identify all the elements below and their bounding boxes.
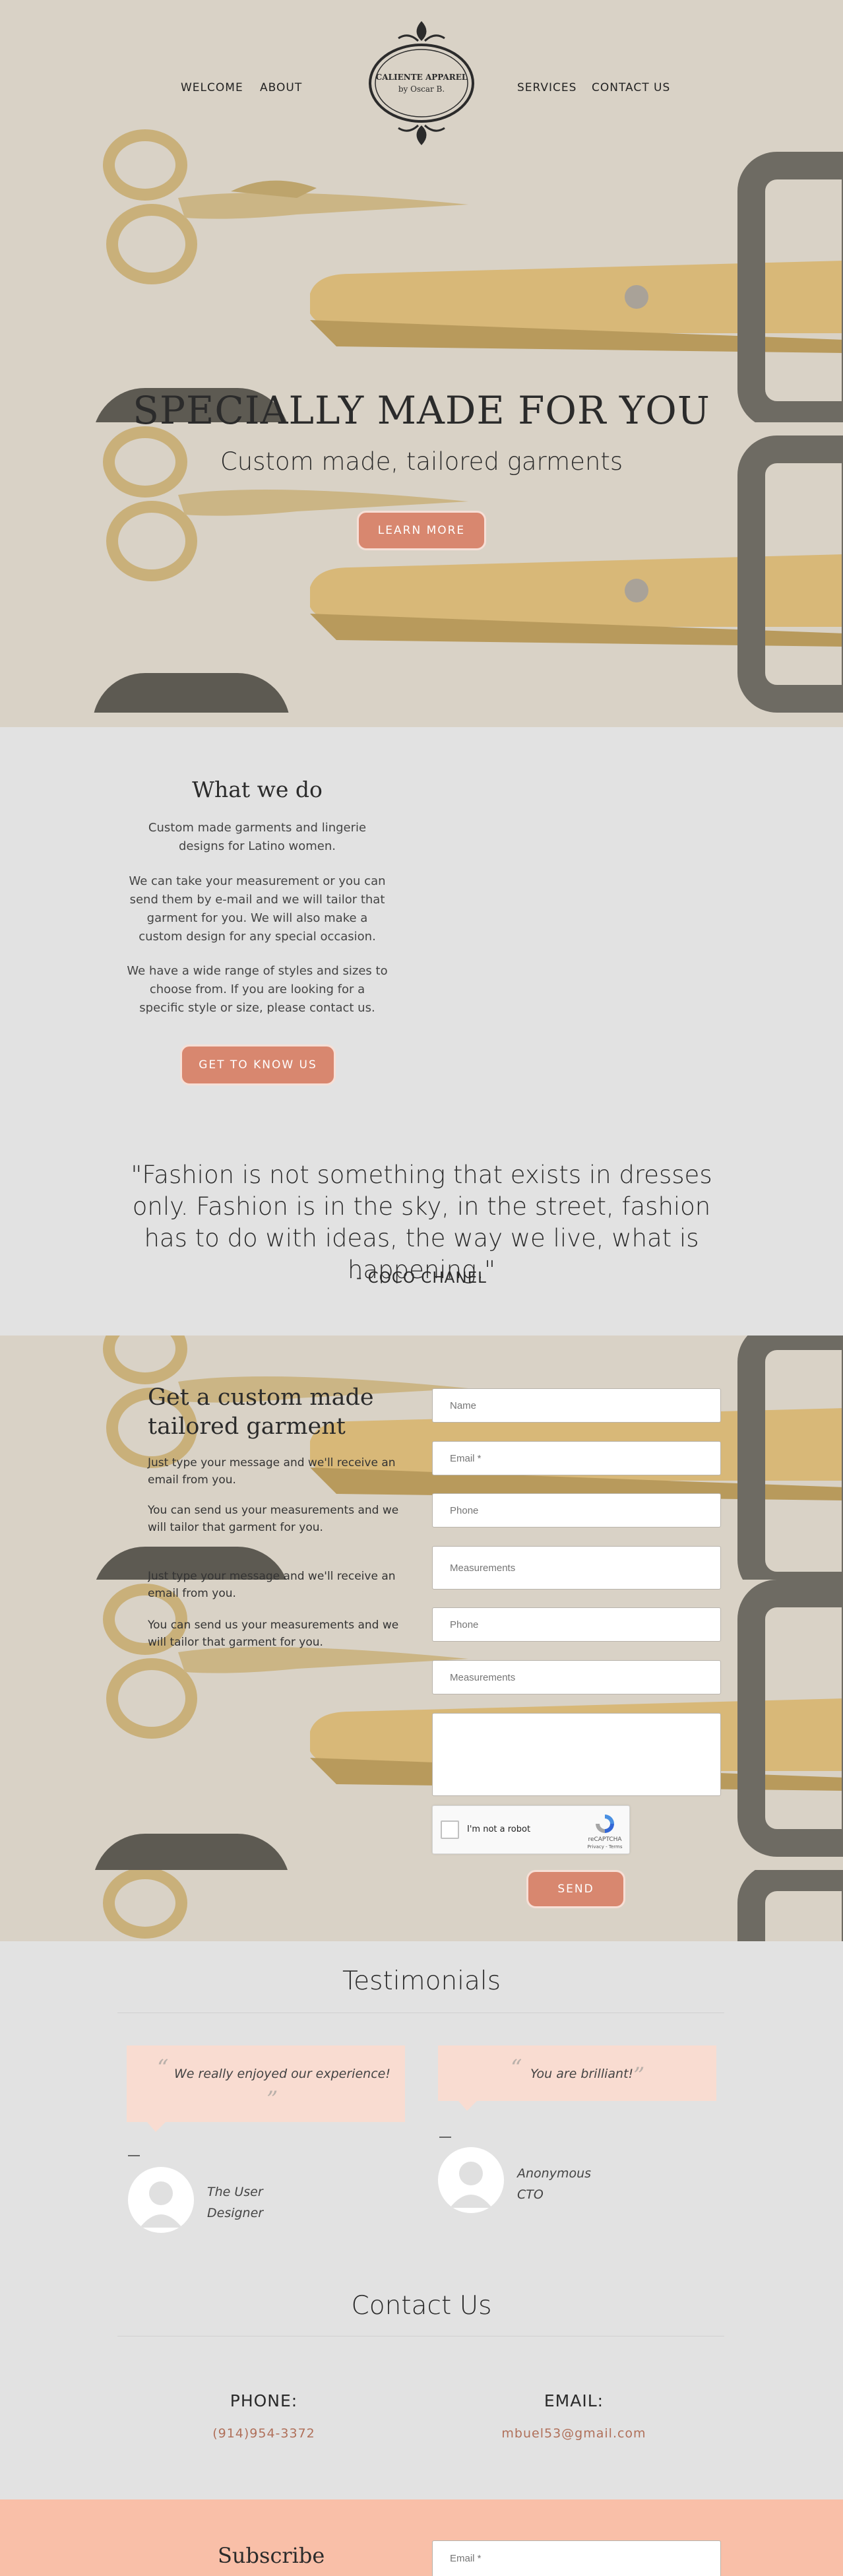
testimonial-name: The User — [207, 2185, 263, 2199]
testimonial-bubble: “ You are brilliant! ” — [438, 2045, 716, 2101]
recaptcha-widget[interactable]: I'm not a robot reCAPTCHA Privacy - Term… — [432, 1805, 630, 1854]
what-we-do-paragraph: We can take your measurement or you can … — [129, 874, 386, 944]
testimonial-quote: You are brilliant! — [530, 2067, 634, 2081]
bubble-tail-icon — [146, 2121, 166, 2132]
form-paragraph: You can send us your measurements and we… — [148, 1504, 399, 1534]
testimonial-role: Designer — [207, 2206, 264, 2220]
quote-author: - COCO CHANEL — [356, 1270, 487, 1287]
close-quote-icon: ” — [266, 2086, 278, 2113]
nav-about[interactable]: ABOUT — [260, 81, 302, 94]
get-to-know-us-button[interactable]: GET TO KNOW US — [180, 1045, 336, 1085]
user-placeholder-icon — [140, 2181, 182, 2228]
avatar — [128, 2167, 194, 2233]
stork-scissors-icon — [103, 1870, 187, 1939]
subscribe-section: Subscribe — [0, 2499, 843, 2576]
testimonial-role: CTO — [517, 2187, 544, 2202]
dash-icon — [439, 2137, 451, 2138]
subscribe-email-field[interactable] — [432, 2540, 721, 2576]
form-paragraph: Just type your message and we'll receive… — [148, 1456, 396, 1487]
logo-text: CALIENTE APPAREL — [375, 73, 468, 82]
caliente-apparel-logo[interactable]: CALIENTE APPAREL by Oscar B. — [365, 18, 478, 148]
recaptcha-icon — [596, 1815, 614, 1833]
measurements-field[interactable] — [432, 1546, 721, 1590]
what-we-do-paragraph: Custom made garments and lingerie design… — [148, 821, 367, 853]
nav-welcome[interactable]: WELCOME — [181, 81, 243, 94]
what-we-do-paragraph: We have a wide range of styles and sizes… — [127, 964, 388, 1015]
close-quote-icon: ” — [633, 2063, 645, 2089]
what-we-do-section: What we do Custom made garments and ling… — [0, 727, 843, 1336]
phone-field[interactable] — [432, 1607, 721, 1642]
recaptcha-label: I'm not a robot — [467, 1824, 531, 1834]
scissors-arc-icon — [92, 1834, 290, 1870]
contact-title: Contact Us — [351, 2291, 492, 2321]
scissors-handle-icon — [737, 435, 843, 713]
nav-contact-us[interactable]: CONTACT US — [592, 81, 670, 94]
email-label: EMAIL: — [544, 2391, 604, 2410]
scissors-arc-icon — [92, 673, 290, 713]
recaptcha-links[interactable]: Privacy - Terms — [579, 1844, 631, 1850]
what-we-do-title: What we do — [192, 777, 323, 802]
nav-services[interactable]: SERVICES — [517, 81, 577, 94]
hero-title: SPECIALLY MADE FOR YOU — [133, 388, 710, 433]
logo-subtext: by Oscar B. — [398, 84, 445, 94]
phone-label: PHONE: — [230, 2391, 298, 2410]
phone-field[interactable] — [432, 1493, 721, 1528]
email-field[interactable] — [432, 1441, 721, 1475]
hero-subtitle: Custom made, tailored garments — [220, 447, 623, 476]
bubble-tail-icon — [458, 2100, 478, 2111]
scissors-handle-icon — [737, 152, 843, 422]
form-paragraph-overlap: You can send us your measurements and we… — [148, 1619, 399, 1649]
name-field[interactable] — [432, 1388, 721, 1423]
phone-link[interactable]: (914)954-3372 — [165, 2426, 363, 2441]
avatar — [438, 2147, 504, 2213]
open-quote-icon: “ — [157, 2055, 169, 2081]
scissors-handle-icon — [737, 1336, 843, 1580]
form-paragraph-overlap: Just type your message and we'll receive… — [148, 1570, 396, 1600]
testimonial-bubble: “ We really enjoyed our experience! ” — [127, 2045, 405, 2122]
send-button[interactable]: SEND — [526, 1870, 625, 1908]
quote-text: "Fashion is not something that exists in… — [131, 1161, 712, 1284]
testimonial-name: Anonymous — [517, 2166, 592, 2181]
scissors-handle-icon — [737, 1580, 843, 1857]
dash-icon — [128, 2155, 140, 2156]
scissors-handle-icon — [737, 1870, 843, 1941]
recaptcha-brand: reCAPTCHA — [588, 1836, 622, 1843]
message-field[interactable] — [432, 1713, 721, 1796]
logo-emblem-icon — [369, 21, 474, 145]
learn-more-button[interactable]: LEARN MORE — [357, 511, 486, 550]
open-quote-icon: “ — [511, 2055, 522, 2081]
scissors-image-repeat — [0, 1870, 843, 1941]
testimonials-title: Testimonials — [342, 1966, 501, 1996]
measurements-field[interactable] — [432, 1660, 721, 1694]
email-link[interactable]: mbuel53@gmail.com — [475, 2426, 673, 2441]
divider — [117, 2012, 724, 2013]
testimonial-quote: We really enjoyed our experience! — [174, 2067, 390, 2081]
user-placeholder-icon — [450, 2162, 492, 2208]
subscribe-title: Subscribe — [218, 2543, 325, 2568]
form-title: Get a custom made tailored garment — [148, 1384, 374, 1440]
recaptcha-checkbox[interactable] — [441, 1820, 459, 1839]
